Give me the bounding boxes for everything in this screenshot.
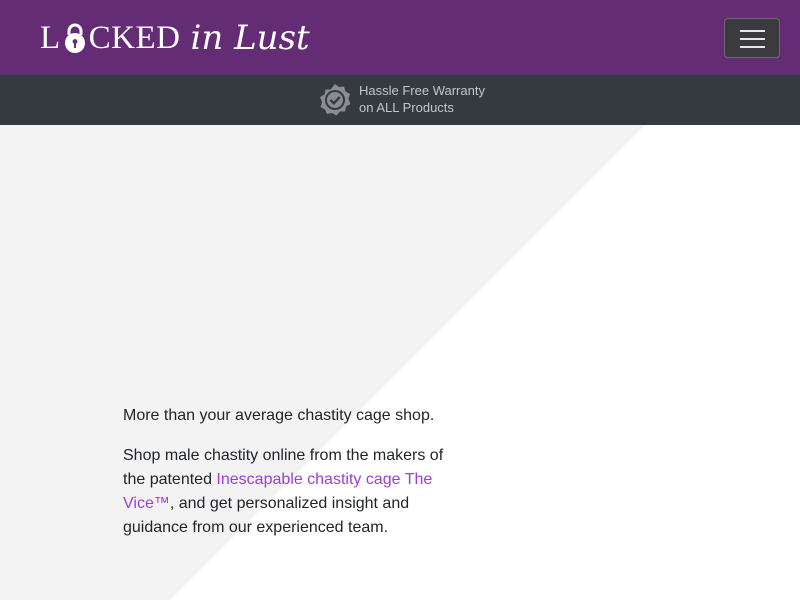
- warranty-badge-icon: [320, 84, 351, 116]
- hamburger-icon-bar-top: [740, 30, 765, 32]
- menu-toggle-button[interactable]: [724, 18, 780, 58]
- top-navbar: L CKED in Lust: [0, 0, 800, 75]
- warranty-promo-bar: Hassle Free Warranty on ALL Products: [0, 75, 800, 125]
- hero-copy: More than your average chastity cage sho…: [123, 404, 453, 556]
- brand-logo[interactable]: L CKED in Lust: [40, 12, 310, 64]
- hamburger-icon-bar-middle: [740, 38, 765, 40]
- brand-word-rest: CKED: [88, 19, 181, 56]
- brand-wordmark: L CKED: [40, 19, 181, 56]
- padlock-icon: [64, 23, 85, 53]
- warranty-text: Hassle Free Warranty on ALL Products: [359, 82, 485, 116]
- hero-tagline: More than your average chastity cage sho…: [123, 407, 435, 424]
- hamburger-icon-bar-bottom: [740, 46, 765, 48]
- brand-letter-l: L: [40, 19, 61, 56]
- brand-script-text: in Lust: [190, 18, 310, 58]
- hero-body: Shop male chastity online from the maker…: [123, 444, 453, 540]
- warranty-line-2: on ALL Products: [359, 100, 454, 115]
- hero-section: More than your average chastity cage sho…: [0, 125, 800, 600]
- warranty-line-1: Hassle Free Warranty: [359, 83, 485, 98]
